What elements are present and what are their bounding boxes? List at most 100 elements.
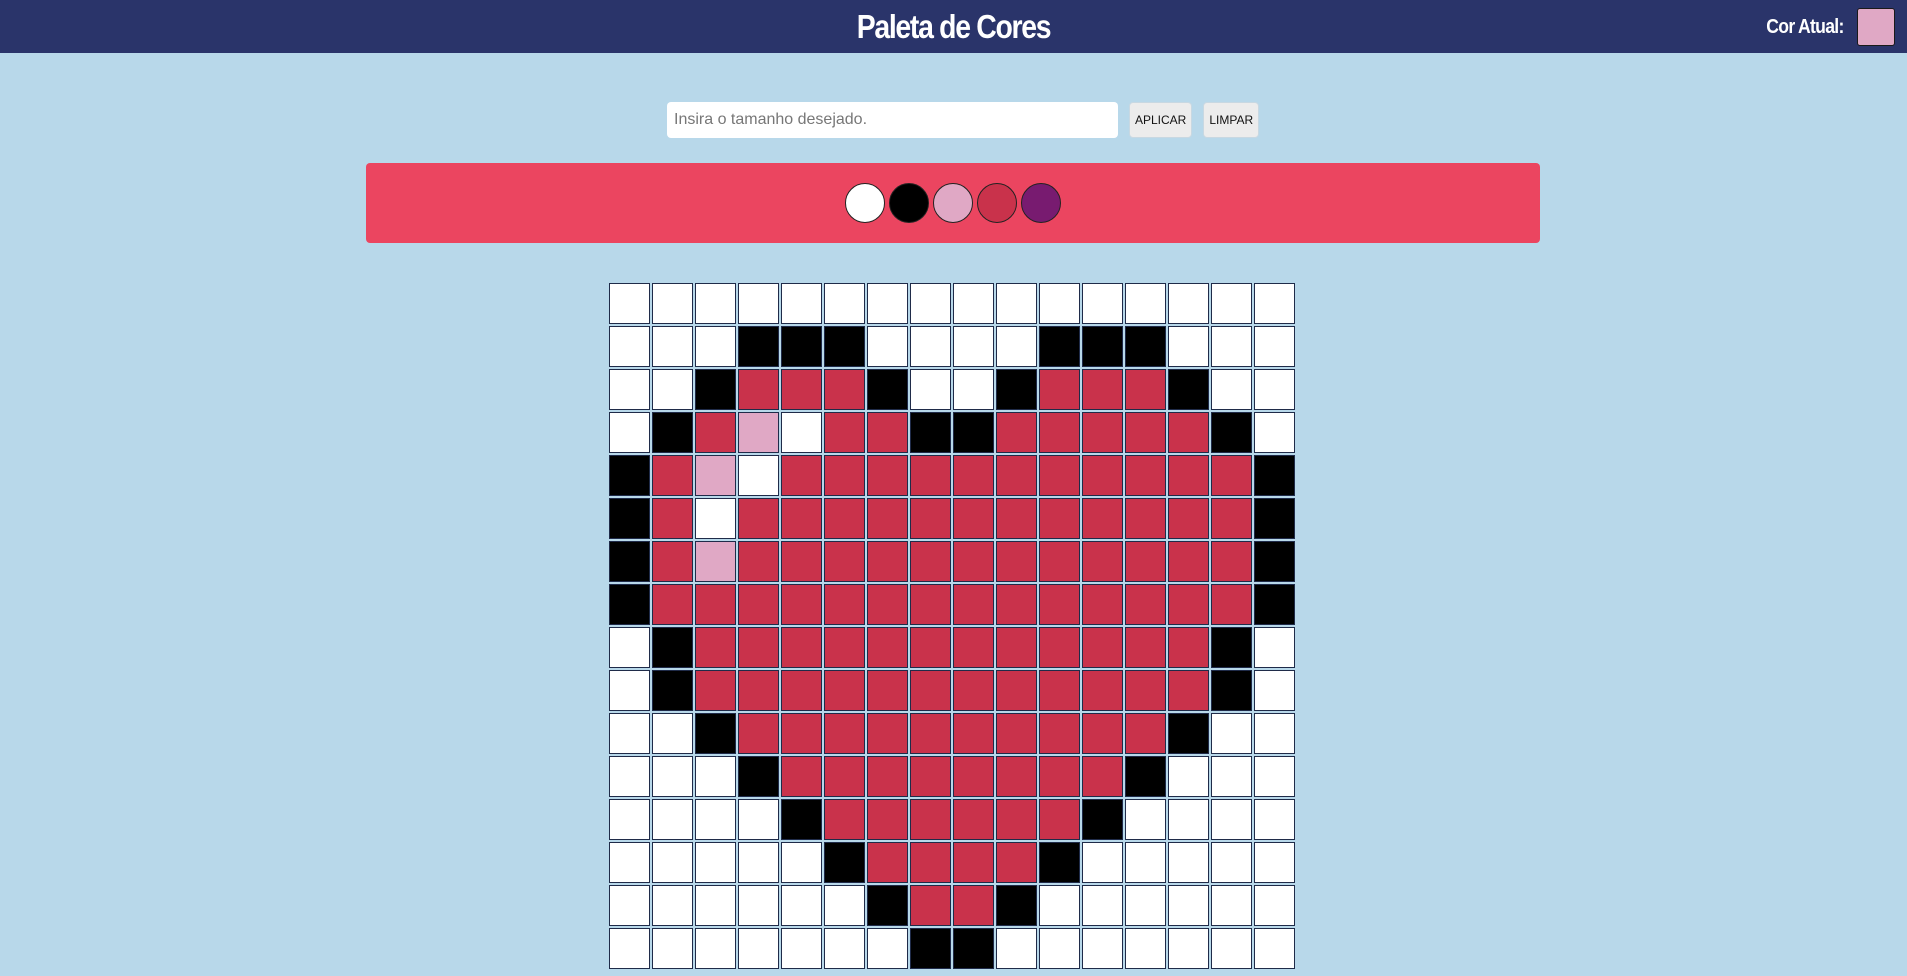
pixel[interactable] [1254,369,1295,410]
pixel[interactable] [1125,885,1166,926]
pixel[interactable] [609,498,650,539]
pixel[interactable] [781,369,822,410]
pixel[interactable] [996,283,1037,324]
pixel[interactable] [1082,713,1123,754]
pixel[interactable] [953,842,994,883]
pixel[interactable] [996,412,1037,453]
pixel[interactable] [910,627,951,668]
pixel[interactable] [781,928,822,969]
palette-color-white[interactable] [845,183,885,223]
pixel[interactable] [738,584,779,625]
pixel[interactable] [781,283,822,324]
pixel[interactable] [609,670,650,711]
pixel[interactable] [1082,670,1123,711]
pixel[interactable] [1211,498,1252,539]
pixel[interactable] [1125,455,1166,496]
pixel[interactable] [609,756,650,797]
pixel[interactable] [738,498,779,539]
pixel[interactable] [824,541,865,582]
pixel[interactable] [1254,885,1295,926]
pixel[interactable] [867,713,908,754]
pixel[interactable] [824,584,865,625]
pixel[interactable] [1254,584,1295,625]
pixel[interactable] [695,283,736,324]
pixel[interactable] [781,756,822,797]
pixel[interactable] [1125,498,1166,539]
pixel[interactable] [781,627,822,668]
pixel[interactable] [1125,670,1166,711]
pixel[interactable] [910,713,951,754]
pixel[interactable] [1168,326,1209,367]
pixel[interactable] [781,842,822,883]
pixel[interactable] [1211,627,1252,668]
pixel[interactable] [1039,455,1080,496]
pixel[interactable] [953,713,994,754]
pixel[interactable] [652,799,693,840]
pixel[interactable] [996,756,1037,797]
pixel[interactable] [652,369,693,410]
pixel[interactable] [953,928,994,969]
pixel[interactable] [781,455,822,496]
pixel[interactable] [867,326,908,367]
pixel[interactable] [738,928,779,969]
pixel[interactable] [1082,412,1123,453]
pixel[interactable] [1254,455,1295,496]
board-size-input[interactable] [667,102,1118,138]
pixel[interactable] [695,627,736,668]
pixel[interactable] [1211,928,1252,969]
pixel[interactable] [1211,885,1252,926]
pixel[interactable] [1254,627,1295,668]
pixel[interactable] [1082,627,1123,668]
pixel[interactable] [1168,885,1209,926]
pixel[interactable] [1039,713,1080,754]
pixel[interactable] [738,283,779,324]
pixel[interactable] [1125,627,1166,668]
pixel[interactable] [1168,369,1209,410]
pixel[interactable] [1082,455,1123,496]
pixel[interactable] [867,928,908,969]
pixel[interactable] [1082,584,1123,625]
pixel[interactable] [953,455,994,496]
pixel[interactable] [1211,713,1252,754]
pixel[interactable] [1254,326,1295,367]
pixel[interactable] [1039,326,1080,367]
pixel[interactable] [1168,455,1209,496]
pixel[interactable] [1168,584,1209,625]
pixel[interactable] [1125,713,1166,754]
pixel[interactable] [824,455,865,496]
pixel[interactable] [609,928,650,969]
pixel[interactable] [910,455,951,496]
pixel[interactable] [867,627,908,668]
pixel[interactable] [695,584,736,625]
pixel[interactable] [824,842,865,883]
pixel[interactable] [824,498,865,539]
pixel[interactable] [1254,283,1295,324]
pixel[interactable] [1039,584,1080,625]
pixel[interactable] [1039,928,1080,969]
pixel[interactable] [781,799,822,840]
pixel[interactable] [652,498,693,539]
pixel[interactable] [738,799,779,840]
pixel[interactable] [1168,713,1209,754]
pixel[interactable] [824,369,865,410]
pixel[interactable] [652,584,693,625]
pixel[interactable] [652,455,693,496]
pixel[interactable] [1168,498,1209,539]
pixel[interactable] [910,885,951,926]
pixel[interactable] [652,885,693,926]
pixel[interactable] [1211,455,1252,496]
pixel[interactable] [1168,283,1209,324]
pixel[interactable] [652,627,693,668]
pixel[interactable] [1211,842,1252,883]
pixel[interactable] [1039,756,1080,797]
pixel[interactable] [910,799,951,840]
pixel[interactable] [1168,541,1209,582]
pixel[interactable] [652,326,693,367]
pixel[interactable] [1125,541,1166,582]
pixel[interactable] [652,713,693,754]
pixel[interactable] [867,670,908,711]
pixel[interactable] [1082,928,1123,969]
pixel[interactable] [1125,283,1166,324]
pixel[interactable] [609,885,650,926]
pixel[interactable] [1082,283,1123,324]
